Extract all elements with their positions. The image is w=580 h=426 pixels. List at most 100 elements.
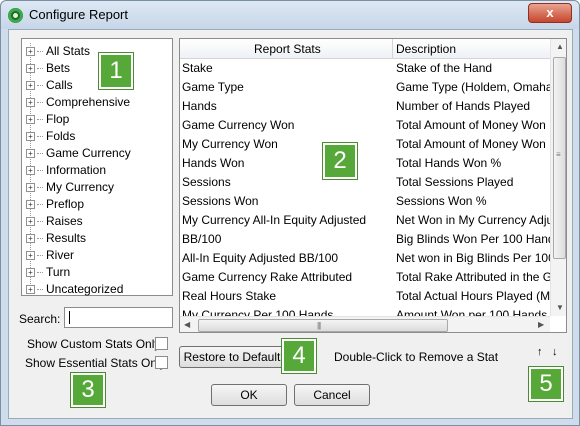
show-essential-stats-checkbox[interactable] — [155, 356, 168, 369]
stat-description-cell: Net Won in My Currency Adjus — [396, 213, 550, 227]
tree-connector — [37, 255, 43, 257]
tree-item[interactable]: + Comprehensive — [26, 94, 130, 111]
plus-expander-icon[interactable]: + — [26, 200, 35, 210]
tree-item[interactable]: + Uncategorized — [26, 281, 123, 298]
plus-expander-icon[interactable]: + — [26, 132, 35, 142]
tree-item[interactable]: + Preflop — [26, 196, 84, 213]
table-row[interactable]: Sessions Won Sessions Won % — [180, 192, 550, 211]
stat-name-cell: Hands — [182, 99, 217, 113]
ok-button[interactable]: OK — [211, 384, 287, 406]
tree-connector — [37, 204, 43, 206]
plus-expander-icon[interactable]: + — [26, 183, 35, 193]
table-row[interactable]: Real Hours Stake Total Actual Hours Playe… — [180, 287, 550, 306]
tree-item[interactable]: + My Currency — [26, 179, 114, 196]
close-button[interactable]: x — [528, 3, 572, 23]
plus-expander-icon[interactable]: + — [26, 285, 35, 295]
plus-expander-icon[interactable]: + — [26, 98, 35, 108]
column-header-description[interactable]: Description — [396, 42, 456, 56]
show-essential-stats-label: Show Essential Stats Only — [25, 356, 166, 370]
tree-item-label: All Stats — [46, 44, 91, 58]
callout-5: 5 — [529, 367, 563, 401]
plus-expander-icon[interactable]: + — [26, 268, 35, 278]
tree-item[interactable]: + River — [26, 247, 74, 264]
table-header: Report Stats Description — [180, 39, 550, 59]
scroll-grip-icon: ≡ — [556, 150, 561, 159]
horizontal-scroll-thumb[interactable]: ||| — [198, 319, 448, 332]
stat-description-cell: Total Amount of Money Won i — [396, 118, 550, 132]
plus-expander-icon[interactable]: + — [26, 149, 35, 159]
table-row[interactable]: Game Currency Rake Attributed Total Rake … — [180, 268, 550, 287]
table-row[interactable]: My Currency All-In Equity Adjusted Net Wo… — [180, 211, 550, 230]
stat-category-tree[interactable]: + All Stats + Bets + Calls + Comprehensive + Flop… — [21, 38, 173, 296]
tree-item-label: Information — [46, 163, 107, 177]
show-custom-stats-row: Show Custom Stats Only — [27, 336, 160, 352]
plus-expander-icon[interactable]: + — [26, 115, 35, 125]
tree-connector — [37, 102, 43, 104]
stat-name-cell: Stake — [182, 61, 213, 75]
window-title: Configure Report — [29, 7, 128, 22]
column-header-report-stats[interactable]: Report Stats — [254, 42, 321, 56]
table-row[interactable]: BB/100 Big Blinds Won Per 100 Hands — [180, 230, 550, 249]
poker-chip-icon — [8, 8, 23, 23]
report-stats-table[interactable]: Report Stats Description Stake Stake of t… — [179, 38, 567, 333]
plus-expander-icon[interactable]: + — [26, 217, 35, 227]
table-row[interactable]: Sessions Total Sessions Played — [180, 173, 550, 192]
horizontal-scrollbar[interactable]: ◀ ||| ▶ — [180, 316, 550, 332]
scroll-right-arrow-icon[interactable]: ▶ — [538, 320, 544, 329]
vertical-scrollbar[interactable]: ▲ ≡ ▼ — [550, 39, 566, 316]
stat-description-cell: Total Amount of Money Won i — [396, 137, 550, 151]
tree-connector — [37, 187, 43, 189]
scroll-down-arrow-icon[interactable]: ▼ — [556, 303, 564, 312]
cancel-button[interactable]: Cancel — [294, 384, 370, 406]
plus-expander-icon[interactable]: + — [26, 166, 35, 176]
show-custom-stats-checkbox[interactable] — [155, 337, 168, 350]
search-label: Search: — [19, 312, 61, 326]
tree-connector — [37, 51, 43, 53]
tree-connector — [37, 221, 43, 223]
table-row[interactable]: My Currency Won Total Amount of Money Won… — [180, 135, 550, 154]
tree-connector — [37, 85, 43, 87]
stat-description-cell: Net won in Big Blinds Per 100 — [396, 251, 550, 265]
tree-item[interactable]: + Information — [26, 162, 106, 179]
table-row[interactable]: All-In Equity Adjusted BB/100 Net won in … — [180, 249, 550, 268]
restore-to-default-button[interactable]: Restore to Default — [179, 346, 285, 368]
tree-item[interactable]: + Calls — [26, 77, 73, 94]
plus-expander-icon[interactable]: + — [26, 234, 35, 244]
stat-name-cell: All-In Equity Adjusted BB/100 — [182, 251, 339, 265]
scroll-up-arrow-icon[interactable]: ▲ — [556, 42, 564, 51]
table-row[interactable]: Hands Won Total Hands Won % — [180, 154, 550, 173]
tree-item[interactable]: + Results — [26, 230, 86, 247]
tree-item-label: Comprehensive — [46, 95, 131, 109]
move-up-arrow-icon[interactable]: ↑ — [537, 346, 543, 358]
search-input[interactable] — [64, 307, 173, 328]
tree-item-label: Turn — [46, 265, 71, 279]
title-bar[interactable]: Configure Report x — [1, 1, 579, 29]
vertical-scroll-thumb[interactable]: ≡ — [553, 57, 566, 259]
tree-item-label: My Currency — [46, 180, 115, 194]
tree-item[interactable]: + Flop — [26, 111, 69, 128]
table-row[interactable]: Stake Stake of the Hand — [180, 59, 550, 78]
table-row[interactable]: Hands Number of Hands Played — [180, 97, 550, 116]
tree-item[interactable]: + Folds — [26, 128, 75, 145]
callout-3: 3 — [71, 373, 105, 407]
plus-expander-icon[interactable]: + — [26, 81, 35, 91]
scroll-left-arrow-icon[interactable]: ◀ — [184, 320, 190, 329]
tree-item[interactable]: + All Stats — [26, 43, 90, 60]
tree-item[interactable]: + Bets — [26, 60, 70, 77]
move-down-arrow-icon[interactable]: ↓ — [552, 346, 558, 358]
stat-name-cell: My Currency All-In Equity Adjusted — [182, 213, 367, 227]
tree-item[interactable]: + Raises — [26, 213, 83, 230]
plus-expander-icon[interactable]: + — [26, 251, 35, 261]
plus-expander-icon[interactable]: + — [26, 47, 35, 57]
stat-name-cell: Sessions Won — [182, 194, 259, 208]
column-divider[interactable] — [392, 39, 393, 59]
stat-name-cell: Game Currency Rake Attributed — [182, 270, 353, 284]
plus-expander-icon[interactable]: + — [26, 64, 35, 74]
tree-item[interactable]: + Game Currency — [26, 145, 131, 162]
table-row[interactable]: Game Currency Won Total Amount of Money W… — [180, 116, 550, 135]
table-row[interactable]: Game Type Game Type (Holdem, Omaha) — [180, 78, 550, 97]
tree-item-label: Flop — [46, 112, 70, 126]
tree-item[interactable]: + Turn — [26, 264, 70, 281]
stat-description-cell: Stake of the Hand — [396, 61, 493, 75]
tree-item-label: Game Currency — [46, 146, 131, 160]
